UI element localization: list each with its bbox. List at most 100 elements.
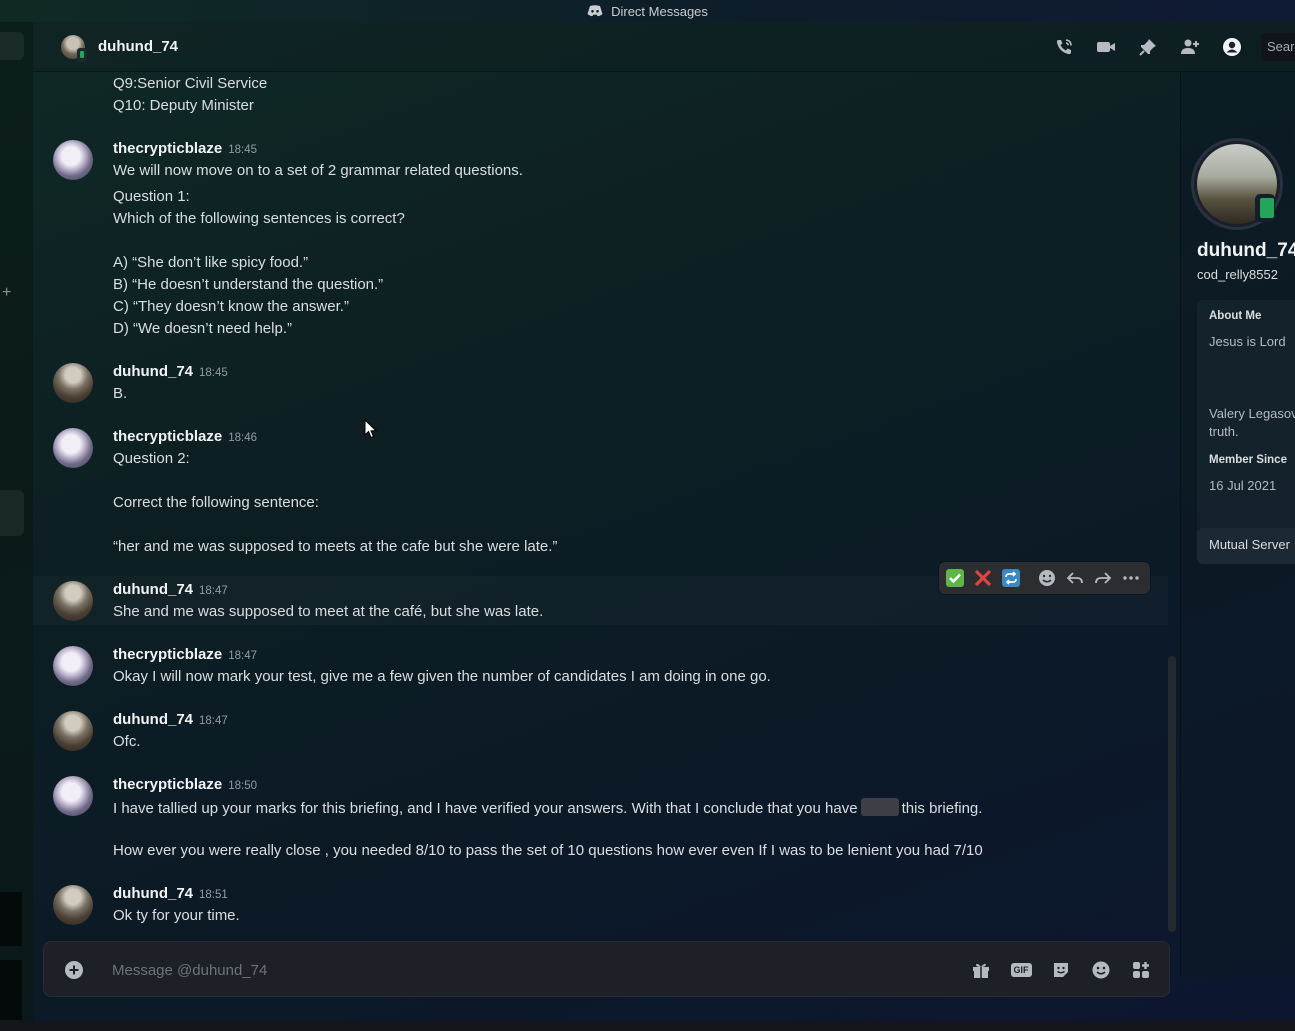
avatar[interactable] [53, 776, 93, 816]
about-me-text: Jesus is Lord [1209, 334, 1286, 349]
message-author[interactable]: thecrypticblaze 18:45 [113, 140, 257, 157]
add-friends-to-dm-icon[interactable] [1169, 22, 1211, 72]
message-text: Q9:Senior Civil Service [113, 75, 268, 92]
message-actions-toolbar [939, 562, 1150, 594]
forward-icon[interactable] [1089, 564, 1117, 592]
message-group: thecrypticblaze 18:50 I have tallied up y… [33, 766, 1168, 866]
message-group: thecrypticblaze 18:46 Question 2: Correct… [33, 418, 1168, 558]
member-since-date: 16 Jul 2021 [1209, 478, 1277, 493]
about-me-text: Valery Legasov [1209, 406, 1295, 421]
avatar[interactable] [53, 140, 93, 180]
spoiler-text[interactable] [860, 798, 899, 816]
search-box-edge[interactable] [0, 32, 24, 60]
message-text: Okay I will now mark your test, give me … [113, 668, 771, 685]
message-text-part: this briefing. [901, 800, 983, 817]
message-author[interactable]: duhund_74 18:47 [113, 711, 228, 728]
avatar[interactable] [53, 885, 93, 925]
mutual-servers-card[interactable]: Mutual Server [1197, 528, 1295, 564]
message-group: duhund_74 18:47 Ofc. [33, 701, 1168, 751]
gif-icon[interactable]: GIF [1001, 954, 1041, 986]
user-panel-edge [0, 892, 22, 946]
author-name[interactable]: duhund_74 [113, 885, 193, 902]
author-name[interactable]: duhund_74 [113, 581, 193, 598]
discord-icon [587, 5, 603, 17]
profile-username[interactable]: cod_relly8552 [1197, 267, 1278, 282]
add-reaction-icon[interactable] [1033, 564, 1061, 592]
more-icon[interactable] [1117, 564, 1145, 592]
message-composer: GIF [43, 941, 1170, 997]
avatar[interactable] [53, 646, 93, 686]
gift-icon[interactable] [961, 954, 1001, 986]
reply-icon[interactable] [1061, 564, 1089, 592]
mobile-status-icon [77, 48, 87, 62]
message-text: We will now move on to a set of 2 gramma… [113, 162, 523, 179]
pinned-messages-icon[interactable] [1127, 22, 1169, 72]
voice-call-icon[interactable] [1043, 22, 1085, 72]
mouse-cursor-icon [364, 419, 378, 439]
video-call-icon[interactable] [1085, 22, 1127, 72]
create-dm-icon[interactable]: + [2, 284, 11, 302]
window-title: Direct Messages [611, 3, 708, 19]
chat-header: duhund_74 Sear [33, 22, 1295, 72]
message-text: B. [113, 385, 128, 402]
avatar[interactable] [53, 428, 93, 468]
about-me-label: About Me [1209, 310, 1262, 322]
message-text: “her and me was supposed to meets at the… [113, 538, 558, 555]
user-profile-panel: duhund_74 cod_relly8552 About Me Jesus i… [1180, 72, 1295, 977]
message-text: Ofc. [113, 733, 141, 750]
message-text: Ok ty for your time. [113, 907, 240, 924]
message-text: How ever you were really close , you nee… [113, 842, 983, 859]
search-input[interactable]: Sear [1261, 33, 1295, 61]
add-attachment-icon[interactable] [64, 960, 84, 980]
check-reaction-icon[interactable] [941, 564, 969, 592]
settings-edge[interactable] [0, 960, 22, 1020]
message-author[interactable]: thecrypticblaze 18:47 [113, 646, 257, 663]
author-name[interactable]: duhund_74 [113, 711, 193, 728]
message-author[interactable]: duhund_74 18:51 [113, 885, 228, 902]
timestamp: 18:45 [199, 367, 228, 379]
message-text: Q10: Deputy Minister [113, 97, 254, 114]
message-text: Correct the following sentence: [113, 494, 319, 511]
message-author[interactable]: duhund_74 18:47 [113, 581, 228, 598]
message-list-scrollbar[interactable] [1168, 74, 1176, 934]
author-name[interactable]: thecrypticblaze [113, 646, 222, 663]
cross-reaction-icon[interactable] [969, 564, 997, 592]
header-actions: Sear [1043, 22, 1295, 72]
message-text: C) “They doesn’t know the answer.” [113, 298, 349, 315]
repeat-reaction-icon[interactable] [997, 564, 1025, 592]
message-text: B) “He doesn’t understand the question.” [113, 276, 384, 293]
message-text-part: I have tallied up your marks for this br… [113, 800, 858, 817]
dm-recipient-name[interactable]: duhund_74 [98, 38, 178, 55]
apps-icon[interactable] [1121, 954, 1161, 986]
user-profile-icon[interactable] [1211, 22, 1253, 72]
gif-icon-label: GIF [1010, 963, 1032, 977]
message-group: thecrypticblaze 18:47 Okay I will now mar… [33, 636, 1168, 686]
message-text: Which of the following sentences is corr… [113, 210, 405, 227]
message-input[interactable] [112, 956, 912, 984]
mutual-servers-label: Mutual Server [1209, 537, 1290, 552]
member-since-label: Member Since [1209, 454, 1287, 466]
emoji-icon[interactable] [1081, 954, 1121, 986]
message-group: duhund_74 18:45 B. [33, 353, 1168, 403]
author-name[interactable]: thecrypticblaze [113, 140, 222, 157]
timestamp: 18:45 [228, 144, 257, 156]
avatar[interactable] [53, 363, 93, 403]
sticker-icon[interactable] [1041, 954, 1081, 986]
message-text: Question 2: [113, 450, 190, 467]
message-author[interactable]: thecrypticblaze 18:46 [113, 428, 257, 445]
message-group: duhund_74 18:51 Ok ty for your time. [33, 875, 1168, 930]
timestamp: 18:47 [199, 585, 228, 597]
author-name[interactable]: duhund_74 [113, 363, 193, 380]
message-author[interactable]: thecrypticblaze 18:50 [113, 776, 257, 793]
author-name[interactable]: thecrypticblaze [113, 776, 222, 793]
selected-dm-edge[interactable] [0, 490, 24, 536]
message-author[interactable]: duhund_74 18:45 [113, 363, 228, 380]
avatar[interactable] [53, 581, 93, 621]
taskbar-edge [0, 1021, 1295, 1031]
author-name[interactable]: thecrypticblaze [113, 428, 222, 445]
timestamp: 18:47 [199, 715, 228, 727]
avatar[interactable] [53, 711, 93, 751]
scrollbar-thumb[interactable] [1168, 656, 1176, 932]
about-me-text: truth. [1209, 424, 1239, 439]
message-text: D) “We doesn’t need help.” [113, 320, 292, 337]
